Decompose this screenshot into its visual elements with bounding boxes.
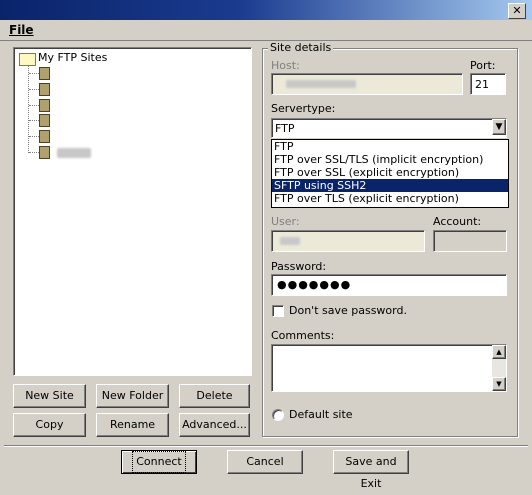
user-value-redacted xyxy=(280,237,300,245)
folder-icon xyxy=(19,53,36,66)
advanced-button[interactable]: Advanced... xyxy=(179,413,250,437)
servertype-dropdown-list: FTP FTP over SSL/TLS (implicit encryptio… xyxy=(271,139,509,208)
port-field[interactable]: 21 xyxy=(470,73,506,95)
copy-button[interactable]: Copy xyxy=(13,413,86,437)
close-icon: ✕ xyxy=(512,4,522,17)
port-label: Port: xyxy=(470,59,496,72)
site-tree[interactable]: My FTP Sites xyxy=(13,47,252,376)
server-icon xyxy=(39,114,50,127)
cancel-button[interactable]: Cancel xyxy=(227,450,303,474)
arrow-up-icon: ▲ xyxy=(496,348,502,356)
user-label: User: xyxy=(271,215,300,228)
default-site-label[interactable]: Default site xyxy=(289,408,353,421)
servertype-option-selected[interactable]: SFTP using SSH2 xyxy=(272,179,508,192)
chevron-down-icon: ▼ xyxy=(495,122,503,132)
servertype-option[interactable]: FTP over SSL/TLS (implicit encryption) xyxy=(272,153,508,166)
account-field xyxy=(433,230,507,252)
servertype-option[interactable]: FTP over SSL (explicit encryption) xyxy=(272,166,508,179)
dont-save-password-label[interactable]: Don't save password. xyxy=(289,304,407,317)
servertype-option[interactable]: FTP xyxy=(272,140,508,153)
bottom-divider xyxy=(4,445,528,447)
password-label: Password: xyxy=(271,260,327,273)
scroll-down-button[interactable]: ▼ xyxy=(492,377,506,391)
password-field[interactable]: ●●●●●●● xyxy=(271,274,507,296)
new-site-button[interactable]: New Site xyxy=(13,384,86,408)
servertype-label: Servertype: xyxy=(271,102,336,115)
dont-save-password-checkbox[interactable] xyxy=(272,305,284,317)
site-details-legend: Site details xyxy=(268,41,334,54)
comments-scrollbar[interactable]: ▲ ▼ xyxy=(492,345,506,391)
server-icon xyxy=(39,83,50,96)
arrow-down-icon: ▼ xyxy=(496,380,502,388)
server-icon xyxy=(39,146,50,159)
scroll-up-button[interactable]: ▲ xyxy=(492,345,506,359)
connect-button[interactable]: Connect xyxy=(121,450,197,474)
servertype-select[interactable]: FTP ▼ xyxy=(271,118,507,138)
close-button[interactable]: ✕ xyxy=(508,3,526,19)
delete-button[interactable]: Delete xyxy=(179,384,250,408)
title-bar: ✕ xyxy=(0,0,532,20)
host-value-redacted xyxy=(286,80,356,88)
comments-textarea[interactable]: ▲ ▼ xyxy=(271,344,507,392)
dropdown-button[interactable]: ▼ xyxy=(492,119,506,135)
host-label: Host: xyxy=(271,59,300,72)
server-icon xyxy=(39,130,50,143)
menu-bar: File xyxy=(0,20,532,41)
tree-root[interactable]: My FTP Sites xyxy=(38,51,107,64)
new-folder-button[interactable]: New Folder xyxy=(96,384,169,408)
comments-label: Comments: xyxy=(271,329,335,342)
server-icon xyxy=(39,67,50,80)
rename-button[interactable]: Rename xyxy=(96,413,169,437)
user-field[interactable] xyxy=(271,230,425,252)
menu-file[interactable]: File xyxy=(9,23,34,37)
save-and-exit-button[interactable]: Save and Exit xyxy=(333,450,409,490)
servertype-option[interactable]: FTP over TLS (explicit encryption) xyxy=(272,192,508,205)
default-site-radio[interactable] xyxy=(272,409,284,421)
account-label: Account: xyxy=(433,215,482,228)
host-field[interactable] xyxy=(271,73,463,95)
site-name-redacted xyxy=(57,148,91,158)
server-icon xyxy=(39,99,50,112)
